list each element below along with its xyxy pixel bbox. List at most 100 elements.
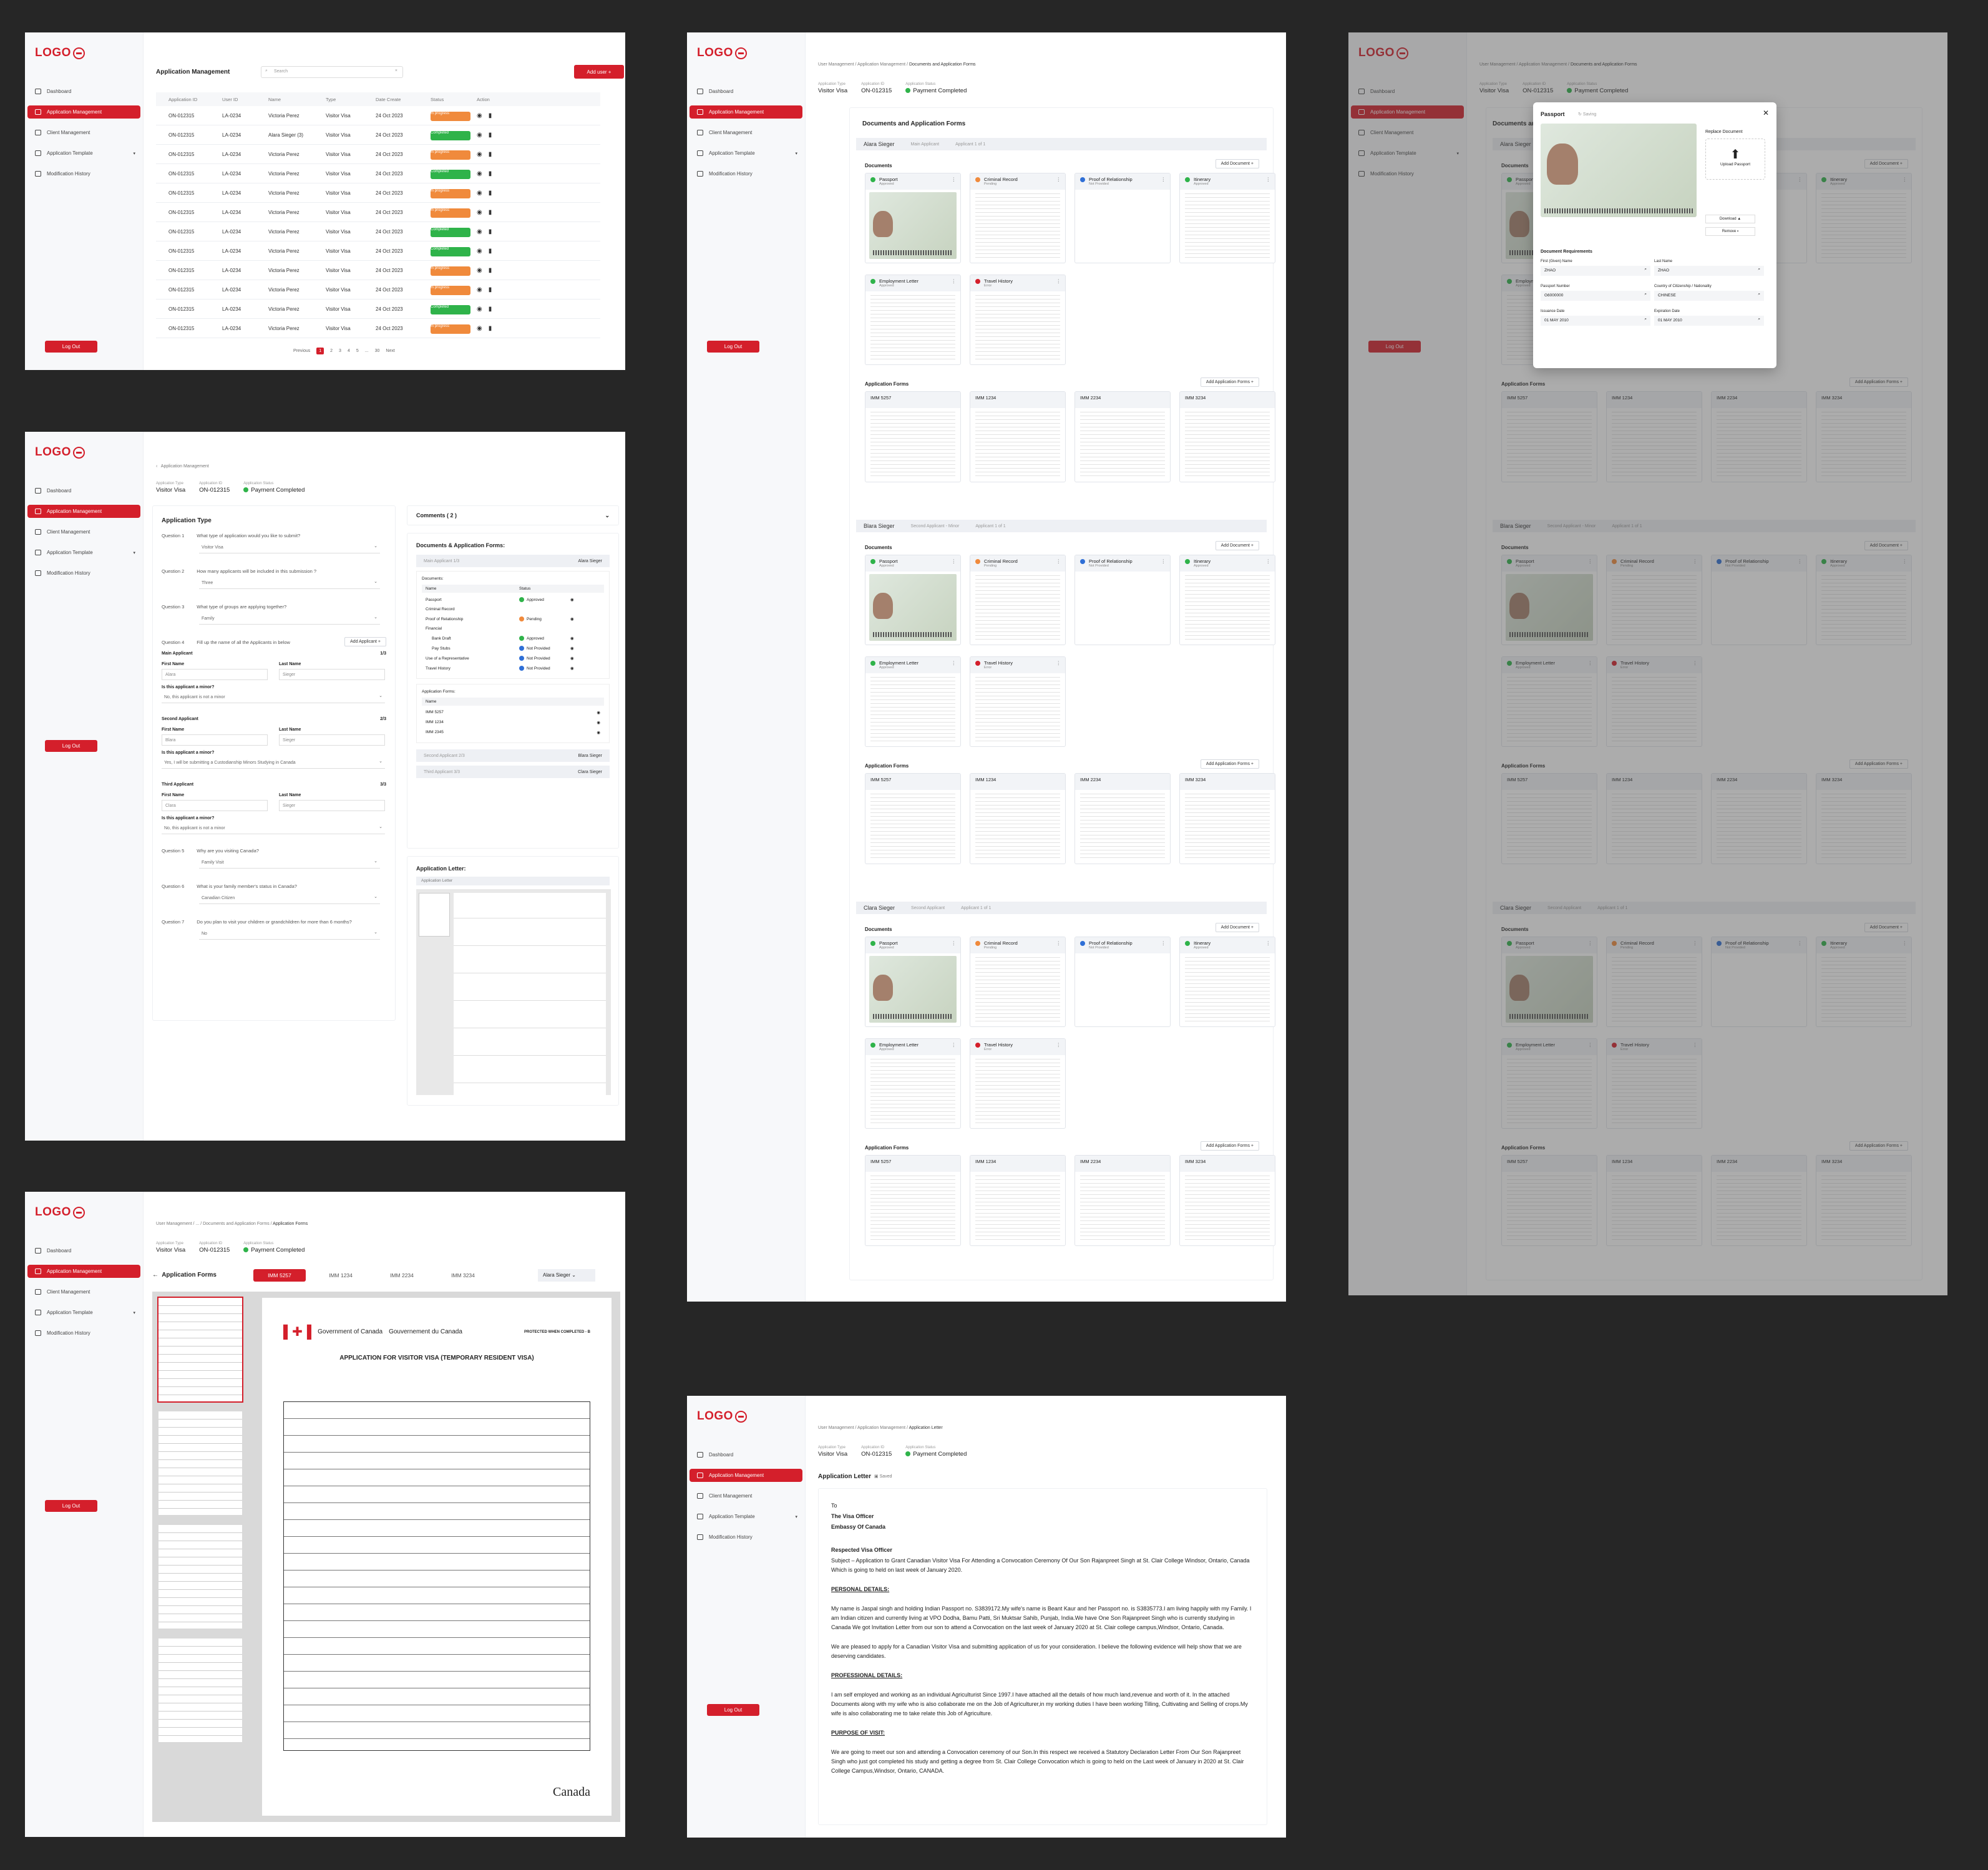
download-button[interactable]: Download ▲	[1705, 215, 1755, 223]
nav-modification-history[interactable]: Modification History	[27, 1327, 140, 1340]
nav-client-management[interactable]: Client Management	[27, 1285, 140, 1298]
eye-icon[interactable]: ◉	[477, 306, 482, 313]
document-card[interactable]: Proof of RelationshipNot Provided ⋮	[1074, 555, 1171, 645]
minor-select[interactable]: No, this applicant is not a minor	[162, 692, 385, 703]
form-row[interactable]: IMM 2345 ◉	[422, 728, 604, 738]
minor-select[interactable]: Yes, I will be submitting a Custodianshi…	[162, 757, 385, 769]
nav-dashboard[interactable]: Dashboard	[689, 1448, 802, 1461]
eye-icon[interactable]: ◉	[477, 170, 482, 177]
trash-icon[interactable]: ▮	[489, 286, 492, 293]
crumb-item[interactable]: User Management	[818, 1426, 854, 1430]
search-input[interactable]: ⌕ Search ×	[261, 66, 403, 78]
doc-row[interactable]: Pay Stubs Not Provided ◉	[422, 643, 604, 653]
logout-button[interactable]: Log Out	[45, 1500, 97, 1512]
add-document-button[interactable]: Add Document +	[1215, 541, 1259, 550]
add-document-button[interactable]: Add Document +	[1215, 923, 1259, 932]
search-icon[interactable]: ⌕	[1644, 292, 1647, 297]
nav-modification-history[interactable]: Modification History	[27, 567, 140, 580]
form-row[interactable]: IMM 1234 ◉	[422, 718, 604, 728]
form-card[interactable]: IMM 5257	[865, 391, 961, 482]
more-icon[interactable]: ⋮	[1056, 278, 1061, 284]
field-input[interactable]: 01 MAY 2010 ⌕	[1541, 316, 1650, 326]
crumb-item[interactable]: Application Management	[857, 62, 905, 67]
form-card[interactable]: IMM 3234	[1179, 391, 1275, 482]
more-icon[interactable]: ⋮	[1161, 558, 1166, 564]
nav-modification-history[interactable]: Modification History	[689, 1531, 802, 1544]
eye-icon[interactable]: ◉	[570, 646, 574, 651]
nav-client-management[interactable]: Client Management	[27, 525, 140, 538]
doc-row[interactable]: Bank Draft Approved ◉	[422, 633, 604, 643]
logout-button[interactable]: Log Out	[707, 341, 759, 353]
more-icon[interactable]: ⋮	[1161, 177, 1166, 182]
document-card[interactable]: Employment LetterApproved ⋮	[865, 1038, 961, 1129]
eye-icon[interactable]: ◉	[597, 730, 600, 735]
eye-icon[interactable]: ◉	[477, 132, 482, 139]
trash-icon[interactable]: ▮	[489, 112, 492, 119]
page-number[interactable]: 4	[348, 349, 350, 353]
table-row[interactable]: ON-012315 LA-0234 Victoria Perez Visitor Vi…	[156, 319, 600, 338]
add-application-form-button[interactable]: Add Application Forms +	[1200, 1141, 1259, 1151]
table-row[interactable]: ON-012315 LA-0234 Victoria Perez Visitor Vi…	[156, 164, 600, 183]
doc-row[interactable]: Proof of Relationship Pending ◉	[422, 614, 604, 624]
page-number[interactable]: 2	[330, 349, 333, 353]
table-row[interactable]: ON-012315 LA-0234 Victoria Perez Visitor Vi…	[156, 203, 600, 222]
nav-dashboard[interactable]: Dashboard	[689, 85, 802, 98]
nav-application-template[interactable]: Application Template ▾	[689, 147, 802, 160]
crumb-item[interactable]: Documents and Application Forms	[203, 1222, 270, 1226]
name-input[interactable]: Alara	[162, 669, 268, 680]
document-card[interactable]: Travel HistoryError ⋮	[970, 656, 1066, 747]
comments-panel[interactable]: Comments ( 2 ) ⌄	[407, 505, 619, 525]
applicant-tab[interactable]: Clara Sieger Second Applicant Applicant 1 …	[856, 902, 1267, 914]
minor-select[interactable]: No, this applicant is not a minor	[162, 823, 385, 834]
eye-icon[interactable]: ◉	[570, 666, 574, 671]
applicant-accordion[interactable]: Third Applicant 3/3 Clara Sieger	[416, 766, 610, 778]
applicant-select[interactable]: Alara Sieger ⌄	[538, 1269, 595, 1282]
table-row[interactable]: ON-012315 LA-0234 Victoria Perez Visitor Vi…	[156, 299, 600, 319]
letter-editor[interactable]: To The Visa Officer Embassy Of Canada Respe…	[818, 1488, 1267, 1825]
form-card[interactable]: IMM 3234	[1179, 1155, 1275, 1246]
trash-icon[interactable]: ▮	[489, 248, 492, 255]
name-input[interactable]: Clara	[162, 800, 268, 811]
eye-icon[interactable]: ◉	[477, 228, 482, 235]
crumb-item[interactable]: User Management	[818, 62, 854, 67]
more-icon[interactable]: ⋮	[1056, 558, 1061, 564]
nav-application-management[interactable]: Application Management	[27, 1265, 140, 1278]
eye-icon[interactable]: ◉	[477, 248, 482, 255]
tab-imm-5257[interactable]: IMM 5257	[253, 1269, 306, 1282]
nav-application-template[interactable]: Application Template ▾	[27, 1306, 140, 1319]
doc-row[interactable]: Use of a Representative Not Provided ◉	[422, 653, 604, 663]
more-icon[interactable]: ⋮	[1056, 177, 1061, 182]
add-user-button[interactable]: Add user +	[574, 65, 624, 79]
more-icon[interactable]: ⋮	[1161, 940, 1166, 946]
document-card[interactable]: Travel HistoryError ⋮	[970, 1038, 1066, 1129]
pdf-thumbnail[interactable]	[158, 1411, 242, 1515]
close-icon[interactable]: ✕	[1763, 109, 1769, 117]
nav-modification-history[interactable]: Modification History	[27, 167, 140, 180]
more-icon[interactable]: ⋮	[952, 177, 957, 182]
add-application-form-button[interactable]: Add Application Forms +	[1200, 759, 1259, 769]
page-number[interactable]: 30	[375, 349, 380, 353]
applicant-tab[interactable]: Blara Sieger Second Applicant - Minor Appl…	[856, 520, 1267, 532]
name-input[interactable]: Sieger	[279, 800, 385, 811]
document-card[interactable]: Employment LetterApproved ⋮	[865, 656, 961, 747]
nav-client-management[interactable]: Client Management	[689, 1489, 802, 1502]
eye-icon[interactable]: ◉	[570, 656, 574, 661]
form-card[interactable]: IMM 5257	[865, 773, 961, 864]
answer-select[interactable]: Family	[199, 613, 380, 625]
back-arrow-icon[interactable]: ←	[152, 1272, 158, 1278]
more-icon[interactable]: ⋮	[1056, 660, 1061, 666]
trash-icon[interactable]: ▮	[489, 267, 492, 274]
more-icon[interactable]: ⋮	[1056, 1042, 1061, 1048]
pdf-thumbnail[interactable]	[158, 1639, 242, 1742]
field-input[interactable]: G6000000 ⌕	[1541, 291, 1650, 301]
trash-icon[interactable]: ▮	[489, 306, 492, 313]
nav-application-management[interactable]: Application Management	[689, 1469, 802, 1482]
nav-application-template[interactable]: Application Template ▾	[27, 147, 140, 160]
more-icon[interactable]: ⋮	[1266, 558, 1271, 564]
add-document-button[interactable]: Add Document +	[1215, 159, 1259, 168]
field-input[interactable]: ZHAO ⌕	[1541, 266, 1650, 276]
remove-button[interactable]: Remove ▪	[1705, 227, 1755, 236]
back-arrow-icon[interactable]: ‹	[156, 464, 157, 469]
name-input[interactable]: Sieger	[279, 669, 385, 680]
column-header[interactable]: Date Create	[376, 97, 431, 102]
